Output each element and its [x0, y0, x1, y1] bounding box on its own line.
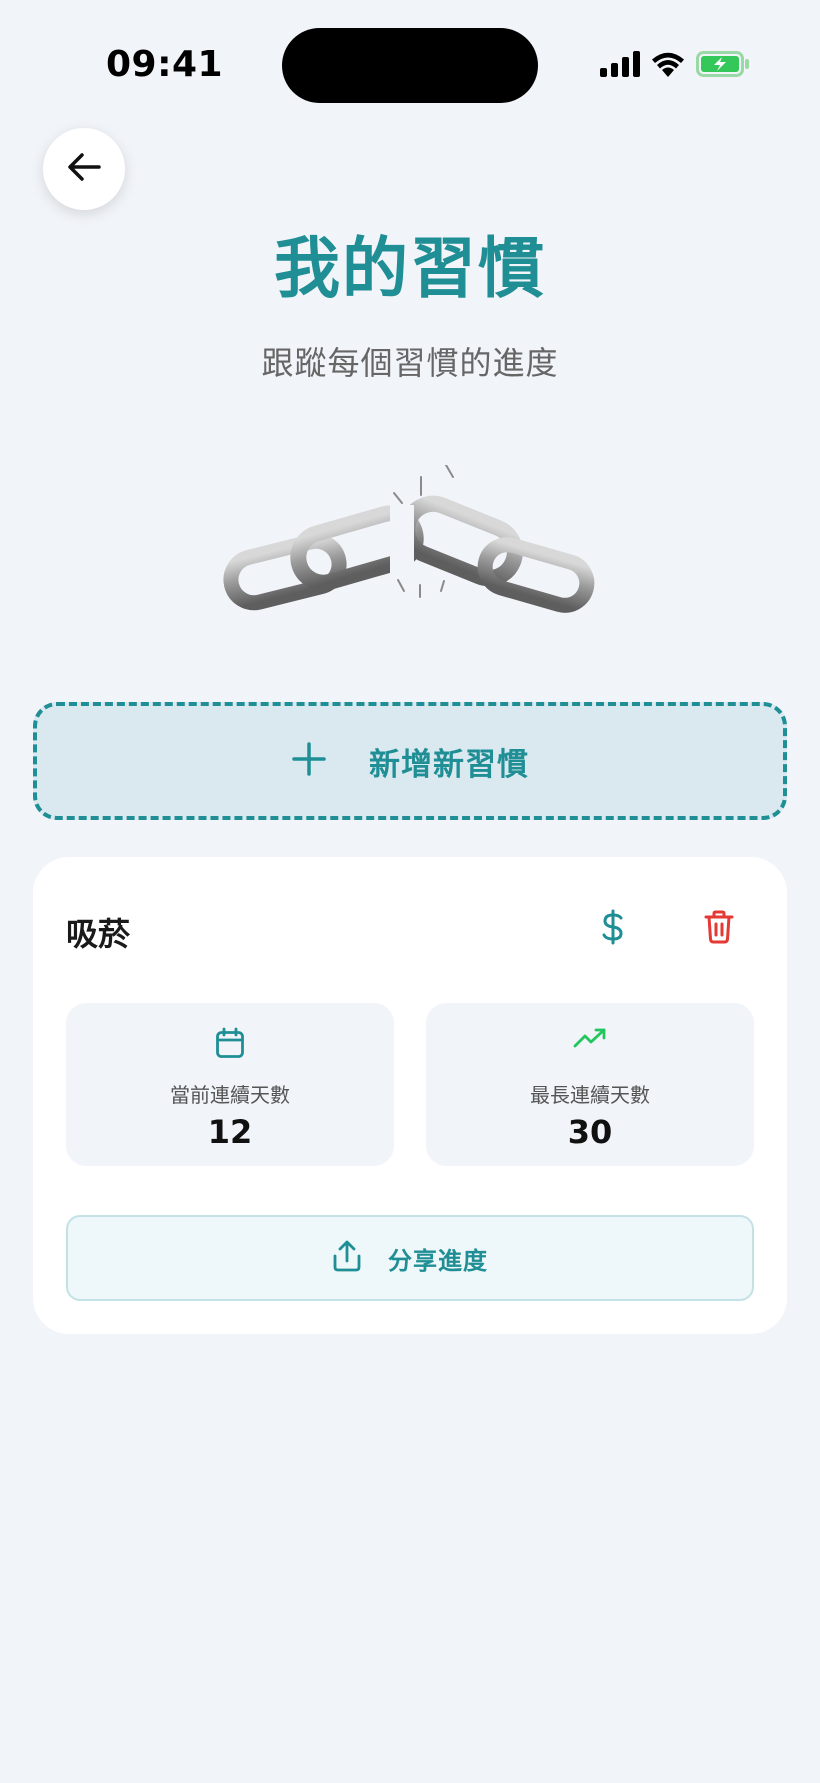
current-streak-box: 當前連續天數 12 [66, 1003, 394, 1166]
current-streak-value: 12 [207, 1113, 253, 1151]
status-time: 09:41 [106, 44, 224, 85]
share-progress-button[interactable]: 分享進度 [66, 1215, 754, 1301]
dollar-icon [599, 909, 627, 949]
current-streak-label: 當前連續天數 [170, 1083, 290, 1107]
add-habit-label: 新增新習慣 [369, 746, 529, 783]
habit-card: 吸菸 當前連續天數 12 最長連續天數 30 分享進度 [33, 857, 787, 1334]
trending-up-icon [426, 1027, 754, 1051]
arrow-left-icon [65, 148, 103, 190]
wifi-icon [650, 50, 686, 82]
longest-streak-label: 最長連續天數 [530, 1083, 650, 1107]
plus-icon [291, 741, 327, 781]
longest-streak-value: 30 [567, 1113, 613, 1151]
delete-button[interactable] [691, 901, 747, 957]
page-title: 我的習慣 [274, 230, 546, 307]
trash-icon [704, 910, 734, 948]
broken-chain-illustration [222, 464, 598, 625]
status-icons [600, 50, 750, 82]
habit-name: 吸菸 [66, 915, 131, 953]
share-icon [332, 1239, 362, 1277]
share-progress-label: 分享進度 [388, 1246, 488, 1275]
calendar-icon [66, 1027, 394, 1059]
money-button[interactable] [585, 901, 641, 957]
battery-icon [696, 50, 750, 82]
status-bar: 09:41 [0, 0, 820, 130]
back-button[interactable] [43, 128, 125, 210]
dynamic-island [282, 28, 538, 103]
signal-icon [600, 51, 640, 81]
add-habit-button[interactable]: 新增新習慣 [33, 702, 787, 820]
longest-streak-box: 最長連續天數 30 [426, 1003, 754, 1166]
page-subtitle: 跟蹤每個習慣的進度 [261, 344, 559, 382]
